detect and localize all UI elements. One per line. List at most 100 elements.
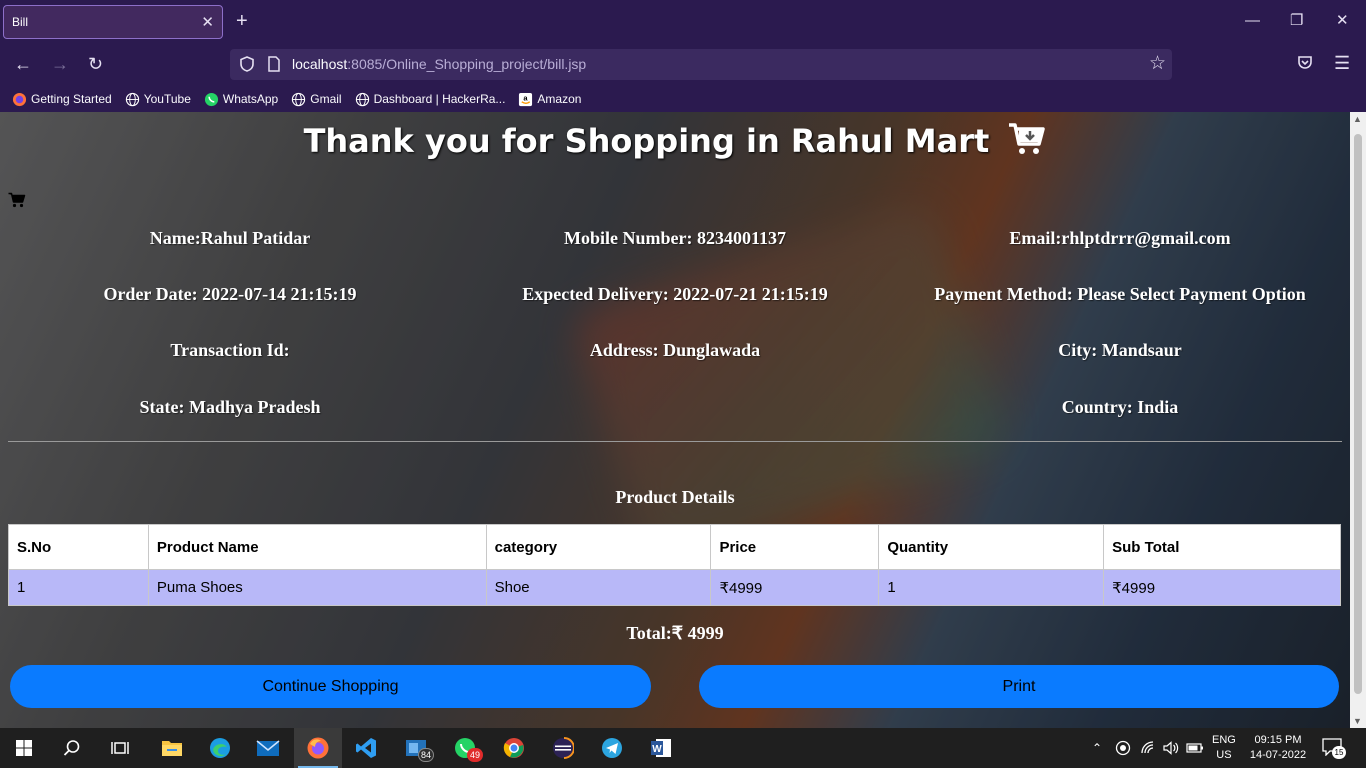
product-details-title: Product Details: [615, 487, 735, 507]
scroll-up-icon[interactable]: ▲: [1353, 114, 1362, 124]
bookmark-amazon[interactable]: a Amazon: [518, 92, 581, 107]
page-icon: [268, 56, 280, 72]
restore-icon[interactable]: ❐: [1290, 11, 1303, 31]
menu-icon[interactable]: ☰: [1334, 53, 1350, 74]
bookmark-whatsapp[interactable]: WhatsApp: [204, 92, 278, 107]
cell-price: ₹4999: [710, 569, 880, 606]
page-scrollbar[interactable]: ▲ ▼: [1350, 112, 1366, 728]
word-button[interactable]: W: [637, 728, 685, 768]
nav-bar: ← → ↻ localhost:8085/Online_Shopping_pro…: [0, 44, 1366, 86]
cell-sub-total: ₹4999: [1103, 569, 1341, 606]
bookmark-gmail[interactable]: Gmail: [291, 92, 342, 107]
globe-icon: [125, 92, 139, 106]
info-row-4: State: Madhya Pradesh Country: India: [0, 397, 1350, 421]
volume-icon[interactable]: [1162, 740, 1180, 756]
table-header-row: S.No Product Name category Price Quantit…: [8, 524, 1341, 570]
edge-button[interactable]: [196, 728, 244, 768]
mail-badge: 84: [417, 748, 434, 762]
bookmark-hackerrank[interactable]: Dashboard | HackerRa...: [355, 92, 505, 107]
cell-sno: 1: [8, 569, 149, 606]
pocket-icon[interactable]: [1296, 53, 1314, 71]
city: City: Mandsaur: [1058, 340, 1182, 360]
email: Email:rhlptdrrr@gmail.com: [1009, 228, 1231, 248]
cart-download-icon: [1009, 123, 1046, 154]
scroll-down-icon[interactable]: ▼: [1353, 716, 1362, 726]
minimize-icon[interactable]: —: [1245, 11, 1260, 31]
search-icon: [63, 740, 80, 756]
new-tab-icon[interactable]: +: [236, 11, 248, 31]
bookmark-getting-started[interactable]: Getting Started: [12, 92, 112, 107]
tray-chevron-up-icon[interactable]: ⌃: [1092, 728, 1102, 768]
mail-icon: [256, 740, 280, 756]
whatsapp-button[interactable]: 49: [441, 728, 489, 768]
header-quantity: Quantity: [878, 524, 1105, 570]
globe-icon: [355, 92, 369, 106]
header-sno: S.No: [8, 524, 149, 570]
address-bar[interactable]: localhost:8085/Online_Shopping_project/b…: [230, 49, 1172, 80]
url-text[interactable]: localhost:8085/Online_Shopping_project/b…: [292, 56, 586, 72]
cell-category: Shoe: [485, 569, 712, 606]
print-button[interactable]: Print: [699, 665, 1339, 708]
tab-bar: Bill ✕ + — ❐ ✕: [0, 0, 1366, 44]
back-icon[interactable]: ←: [14, 54, 32, 74]
customer-name: Name:Rahul Patidar: [149, 228, 311, 248]
clock[interactable]: 09:15 PM 14-07-2022: [1246, 733, 1310, 763]
folder-icon: [162, 741, 182, 756]
products-table: S.No Product Name category Price Quantit…: [8, 524, 1341, 606]
task-view-icon: [111, 742, 129, 754]
header-price: Price: [710, 524, 880, 570]
page-viewport: Thank you for Shopping in Rahul Mart Nam…: [0, 112, 1350, 728]
task-view-button[interactable]: [96, 728, 144, 768]
start-button[interactable]: [0, 728, 48, 768]
wifi-icon[interactable]: [1140, 740, 1156, 756]
reload-icon[interactable]: ↻: [88, 54, 103, 74]
header-category: category: [485, 524, 712, 570]
whatsapp-icon: [204, 92, 218, 106]
input-language[interactable]: ENG US: [1212, 733, 1236, 763]
battery-icon[interactable]: [1186, 741, 1204, 755]
telegram-icon: [602, 738, 622, 758]
shield-icon[interactable]: [238, 55, 256, 73]
cell-product-name: Puma Shoes: [147, 569, 487, 606]
search-button[interactable]: [48, 728, 96, 768]
forward-icon[interactable]: →: [51, 54, 69, 74]
telegram-button[interactable]: [588, 728, 636, 768]
notifications-button[interactable]: 15: [1322, 738, 1346, 759]
chrome-button[interactable]: [490, 728, 538, 768]
bookmarks-bar: Getting Started YouTube WhatsApp Gmail D…: [0, 86, 1366, 112]
close-tab-icon[interactable]: ✕: [201, 13, 214, 31]
info-row-3: Transaction Id: Address: Dunglawada City…: [0, 340, 1350, 364]
address: Address: Dunglawada: [589, 340, 761, 360]
expected-delivery: Expected Delivery: 2022-07-21 21:15:19: [522, 284, 828, 304]
bookmark-star-icon[interactable]: ☆: [1149, 52, 1166, 75]
vscode-button[interactable]: [342, 728, 390, 768]
tab-title: Bill: [12, 15, 29, 29]
clock-date: 14-07-2022: [1249, 749, 1307, 761]
close-window-icon[interactable]: ✕: [1336, 11, 1349, 31]
info-row-1: Name:Rahul Patidar Mobile Number: 823400…: [0, 228, 1350, 252]
clock-time: 09:15 PM: [1254, 734, 1302, 746]
state: State: Madhya Pradesh: [139, 397, 321, 417]
file-explorer-button[interactable]: [148, 728, 196, 768]
tab-bill[interactable]: Bill ✕: [3, 5, 223, 39]
svg-text:W: W: [652, 744, 662, 755]
eclipse-button[interactable]: [539, 728, 587, 768]
firefox-icon: [307, 737, 329, 759]
mail-app-button[interactable]: 84: [392, 728, 440, 768]
mobile-number: Mobile Number: 8234001137: [564, 228, 786, 248]
bookmark-youtube[interactable]: YouTube: [125, 92, 191, 107]
notification-count: 15: [1332, 746, 1346, 759]
whatsapp-badge: 49: [467, 748, 483, 762]
continue-shopping-button[interactable]: Continue Shopping: [10, 665, 651, 708]
header-sub-total: Sub Total: [1103, 524, 1341, 570]
windows-icon: [16, 740, 32, 756]
scroll-thumb[interactable]: [1354, 134, 1362, 694]
bill-page: Thank you for Shopping in Rahul Mart Nam…: [0, 112, 1350, 728]
divider: [8, 441, 1342, 442]
taskbar: 84 49 W ⌃ ENG US 09:15 PM 14-07-2022 15: [0, 728, 1366, 768]
firefox-button[interactable]: [294, 728, 342, 768]
info-row-2: Order Date: 2022-07-14 21:15:19 Expected…: [0, 284, 1350, 308]
record-icon[interactable]: [1115, 740, 1131, 756]
mail-button[interactable]: [244, 728, 292, 768]
transaction-id: Transaction Id:: [170, 340, 290, 360]
